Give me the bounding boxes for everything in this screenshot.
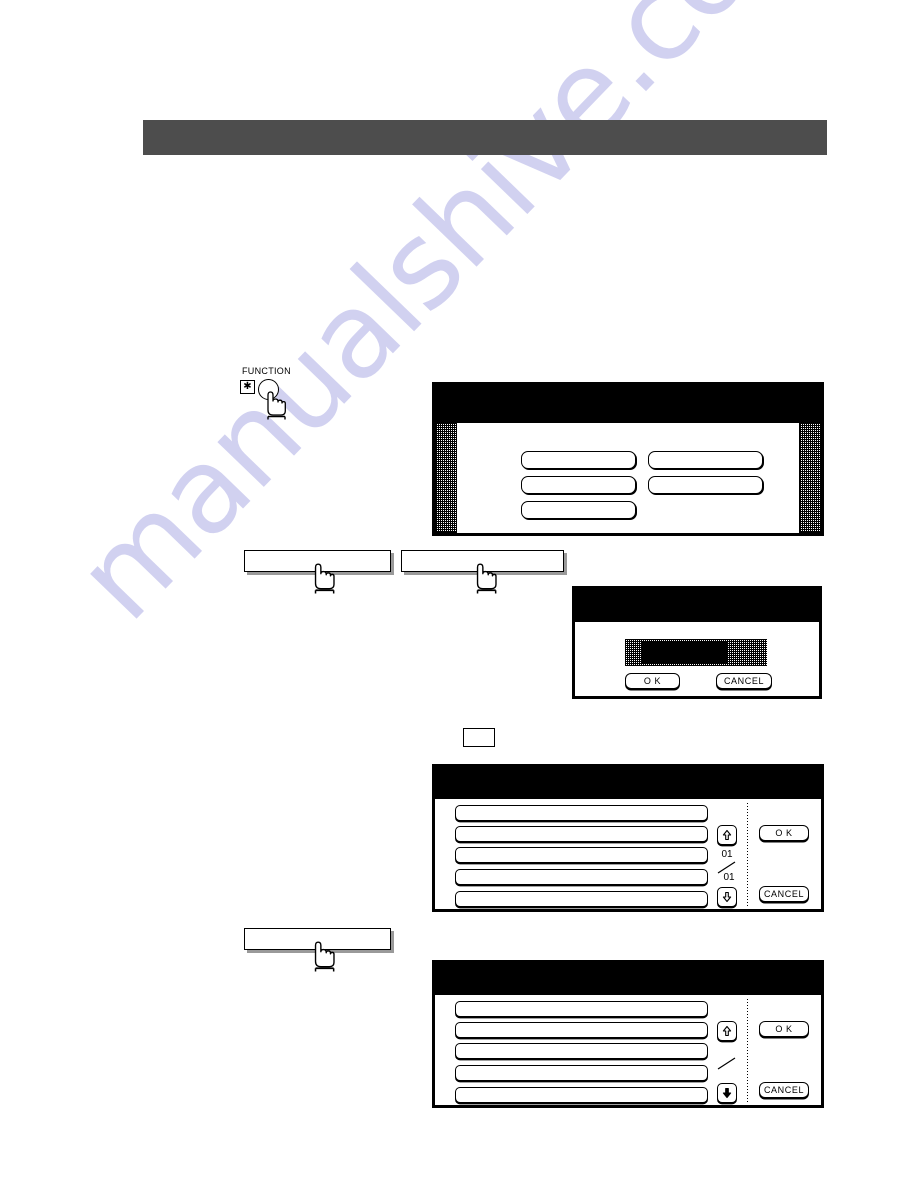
ok-button[interactable]: O K [625,673,680,689]
cancel-button-label: CANCEL [763,888,805,899]
lcd-title-bar [435,767,821,799]
function-key-label: FUNCTION [242,366,291,376]
ok-button[interactable]: O K [759,825,809,841]
arrow-down-icon [722,891,732,903]
scroll-rail-left [435,423,457,533]
page-separator-icon [717,1057,736,1070]
cancel-button[interactable]: CANCEL [716,673,772,689]
lcd-title-bar [575,589,819,622]
list-item[interactable] [455,847,708,863]
list-item[interactable] [455,1087,708,1103]
panel-divider [747,999,748,1104]
manual-page: manualshive.com FUNCTION ✱ O K CANCEL 01… [0,0,918,1188]
list-item[interactable] [455,805,708,821]
page-header-band [143,120,827,155]
list-item[interactable] [455,891,708,907]
lcd-softkey-3[interactable] [521,501,636,519]
lcd-softkey-2[interactable] [521,476,636,494]
hand-pointer-icon [470,562,500,594]
lcd-panel-list-page1: 01 01 O K CANCEL [432,764,824,912]
scroll-up-button[interactable] [717,825,737,845]
page-current: 01 [721,849,733,860]
scroll-up-button[interactable] [717,1021,737,1041]
lcd-panel-function-menu [432,382,824,536]
entry-field[interactable] [642,641,727,664]
arrow-up-icon [722,1025,732,1037]
ok-button-label: O K [643,675,662,686]
list-item[interactable] [455,826,708,842]
ok-button-label: O K [775,827,793,838]
ok-button-label: O K [775,1023,793,1034]
lcd-softkey-4[interactable] [648,451,763,469]
function-key-illustration: FUNCTION ✱ [240,366,350,428]
lcd-panel-list-page2: O K CANCEL [432,960,824,1108]
callout-box [463,728,495,747]
arrow-down-icon-pressed [722,1087,732,1099]
list-item[interactable] [455,1001,708,1017]
list-item[interactable] [455,1043,708,1059]
list-item[interactable] [455,1065,708,1081]
scroll-down-button[interactable] [717,887,737,907]
lcd-softkey-1[interactable] [521,451,636,469]
hand-pointer-icon [261,390,289,420]
lcd-panel-password-entry: O K CANCEL [572,586,822,699]
lcd-title-bar [435,385,821,423]
cancel-button-label: CANCEL [723,675,765,686]
lcd-title-bar [435,963,821,995]
cancel-button[interactable]: CANCEL [759,1082,809,1098]
page-total: 01 [723,872,735,883]
hand-pointer-icon [308,940,338,972]
panel-divider [747,803,748,908]
ok-button[interactable]: O K [759,1021,809,1037]
list-item[interactable] [455,1022,708,1038]
watermark-text: manualshive.com [50,0,853,646]
arrow-up-icon [722,829,732,841]
scroll-down-button-pressed[interactable] [717,1083,737,1103]
list-item[interactable] [455,869,708,885]
cancel-button-label: CANCEL [763,1084,805,1095]
cancel-button[interactable]: CANCEL [759,886,809,902]
hand-pointer-icon [308,562,338,594]
lcd-softkey-5[interactable] [648,476,763,494]
asterisk-icon: ✱ [240,380,255,394]
scroll-rail-right [799,423,821,533]
